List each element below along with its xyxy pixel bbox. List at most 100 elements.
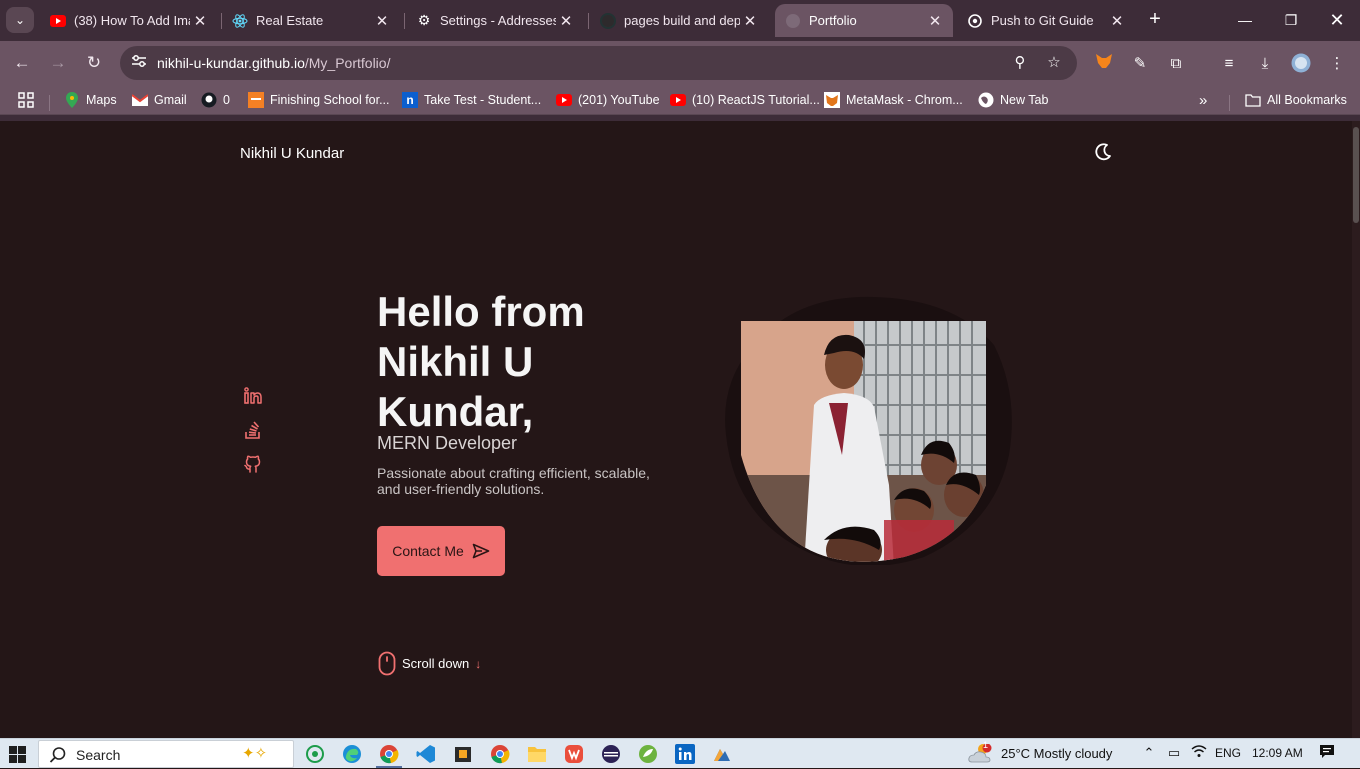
zoom-icon[interactable]: ⚲ xyxy=(1010,53,1030,73)
new-tab-button[interactable]: + xyxy=(1145,8,1165,32)
metamask-extension-icon[interactable] xyxy=(1093,53,1115,75)
edge-icon[interactable] xyxy=(341,743,363,765)
close-window-button[interactable]: ✕ xyxy=(1314,8,1360,32)
eclipse-icon[interactable] xyxy=(600,743,622,765)
bookmarks-overflow-icon[interactable]: » xyxy=(1199,91,1207,109)
chatgpt-icon xyxy=(967,13,983,29)
chevron-up-icon[interactable]: ⌃ xyxy=(1140,744,1158,762)
bookmark-metamask[interactable]: MetaMask - Chrom... xyxy=(824,91,963,109)
bookmark-gmail[interactable]: Gmail xyxy=(132,91,187,109)
wifi-icon[interactable] xyxy=(1190,744,1208,762)
scrollbar-thumb[interactable] xyxy=(1353,127,1359,223)
windows-start-icon[interactable] xyxy=(9,746,26,763)
bookmark-reactjs[interactable]: (10) ReactJS Tutorial... xyxy=(670,91,820,109)
all-bookmarks[interactable]: All Bookmarks xyxy=(1245,91,1347,109)
bookmark-maps[interactable]: Maps xyxy=(64,91,117,109)
scroll-down-link[interactable]: Scroll down ↓ xyxy=(378,651,481,676)
search-icon xyxy=(49,747,66,763)
weather-cloud-icon[interactable] xyxy=(968,743,994,763)
bookmark-new-tab[interactable]: New Tab xyxy=(978,91,1048,109)
whatsapp-icon[interactable] xyxy=(304,743,326,765)
tab-settings[interactable]: ⚙ Settings - Addresses ✕ xyxy=(406,4,584,37)
tab-youtube[interactable]: (38) How To Add Ima ✕ xyxy=(40,4,218,37)
bookmark-finishing-school[interactable]: Finishing School for... xyxy=(248,91,390,109)
bookmark-label: Gmail xyxy=(154,93,187,107)
close-icon[interactable]: ✕ xyxy=(740,12,760,30)
gear-icon: ⚙ xyxy=(417,12,431,28)
menu-kebab-icon[interactable]: ⋮ xyxy=(1326,53,1348,75)
tab-push-git[interactable]: Push to Git Guide ✕ xyxy=(957,4,1135,37)
bookmark-take-test[interactable]: n Take Test - Student... xyxy=(402,91,541,109)
bookmarks-bar: Maps Gmail 0 Finishing School for... n T… xyxy=(0,85,1360,115)
wps-office-icon[interactable] xyxy=(563,743,585,765)
media-control-icon[interactable]: ≡ xyxy=(1218,53,1240,75)
tab-strip: ⌄ (38) How To Add Ima ✕ Real Estate ✕ ⚙ … xyxy=(0,0,1360,41)
moon-icon[interactable] xyxy=(1093,142,1113,162)
restore-button[interactable]: ❐ xyxy=(1268,8,1314,32)
all-bookmarks-label: All Bookmarks xyxy=(1267,93,1347,107)
tab-title: pages build and depl xyxy=(624,13,740,28)
tab-portfolio[interactable]: Portfolio ✕ xyxy=(775,4,953,37)
linkedin-icon[interactable] xyxy=(243,386,263,406)
stackoverflow-icon[interactable] xyxy=(243,420,263,440)
linkedin-app-icon[interactable] xyxy=(674,743,696,765)
vscode-icon[interactable] xyxy=(415,743,437,765)
github-icon xyxy=(201,92,217,108)
close-icon[interactable]: ✕ xyxy=(1107,12,1127,30)
close-icon[interactable]: ✕ xyxy=(925,12,945,30)
url-text[interactable]: nikhil-u-kundar.github.io/My_Portfolio/ xyxy=(157,55,390,71)
clock[interactable]: 12:09 AM xyxy=(1252,746,1303,760)
globe-icon xyxy=(978,92,994,108)
taskbar-search-box[interactable]: Search ✦✧ xyxy=(38,740,294,768)
site-settings-icon[interactable] xyxy=(130,54,148,72)
browser-chrome: ⌄ (38) How To Add Ima ✕ Real Estate ✕ ⚙ … xyxy=(0,0,1360,121)
mouse-icon xyxy=(378,651,396,676)
language-indicator[interactable]: ENG xyxy=(1215,746,1241,760)
eyedropper-extension-icon[interactable]: ✎ xyxy=(1129,53,1151,75)
chrome-profile-icon[interactable] xyxy=(489,743,511,765)
apps-grid-icon[interactable] xyxy=(18,91,34,109)
bookmark-youtube[interactable]: (201) YouTube xyxy=(556,91,660,109)
url-path: /My_Portfolio/ xyxy=(304,55,391,71)
github-icon[interactable] xyxy=(243,454,263,474)
spring-tools-icon[interactable] xyxy=(637,743,659,765)
close-icon[interactable]: ✕ xyxy=(372,12,392,30)
mongodb-compass-icon[interactable] xyxy=(711,743,733,765)
battery-icon[interactable]: ▭ xyxy=(1165,744,1183,762)
bookmark-github[interactable]: 0 xyxy=(201,91,230,109)
social-links xyxy=(243,386,265,488)
windows-taskbar: Search ✦✧ 1 25°C Mostly cloudy ⌃ ▭ ENG 1… xyxy=(0,738,1360,768)
download-icon[interactable]: ⤓ xyxy=(1254,53,1276,75)
portfolio-page: Nikhil U Kundar Hello from Nikhil U Kund… xyxy=(0,121,1352,738)
site-logo-name[interactable]: Nikhil U Kundar xyxy=(240,145,344,162)
browser-toolbar: ← → ↻ nikhil-u-kundar.github.io/My_Portf… xyxy=(0,41,1360,85)
extensions-puzzle-icon[interactable]: ⧉ xyxy=(1165,53,1187,75)
bookmark-star-icon[interactable]: ☆ xyxy=(1044,53,1064,73)
tab-search-button[interactable]: ⌄ xyxy=(6,7,34,33)
page-scrollbar[interactable] xyxy=(1352,121,1360,738)
globe-icon xyxy=(785,13,801,29)
contact-me-button[interactable]: Contact Me xyxy=(377,526,505,576)
file-explorer-icon[interactable] xyxy=(526,743,548,765)
forward-button[interactable]: → xyxy=(46,51,70,75)
chrome-icon[interactable] xyxy=(378,743,400,765)
react-icon xyxy=(232,13,248,29)
address-bar[interactable]: nikhil-u-kundar.github.io/My_Portfolio/ … xyxy=(120,46,1077,80)
bookmark-label: MetaMask - Chrom... xyxy=(846,93,963,107)
folder-icon xyxy=(1245,92,1261,108)
tab-real-estate[interactable]: Real Estate ✕ xyxy=(222,4,400,37)
tab-title: Portfolio xyxy=(809,13,857,28)
profile-avatar[interactable] xyxy=(1290,53,1312,75)
close-icon[interactable]: ✕ xyxy=(556,12,576,30)
tab-pages-build[interactable]: pages build and depl ✕ xyxy=(590,4,768,37)
tab-title: (38) How To Add Ima xyxy=(74,13,190,28)
reload-button[interactable]: ↻ xyxy=(82,51,106,75)
minimize-button[interactable]: — xyxy=(1222,8,1268,32)
file-archive-icon[interactable] xyxy=(452,743,474,765)
hero-subtitle: MERN Developer xyxy=(377,433,518,453)
close-icon[interactable]: ✕ xyxy=(190,12,210,30)
weather-alert-badge: 1 xyxy=(983,740,989,750)
weather-text[interactable]: 25°C Mostly cloudy xyxy=(1001,746,1112,761)
notification-icon[interactable] xyxy=(1318,744,1336,762)
back-button[interactable]: ← xyxy=(10,51,34,75)
